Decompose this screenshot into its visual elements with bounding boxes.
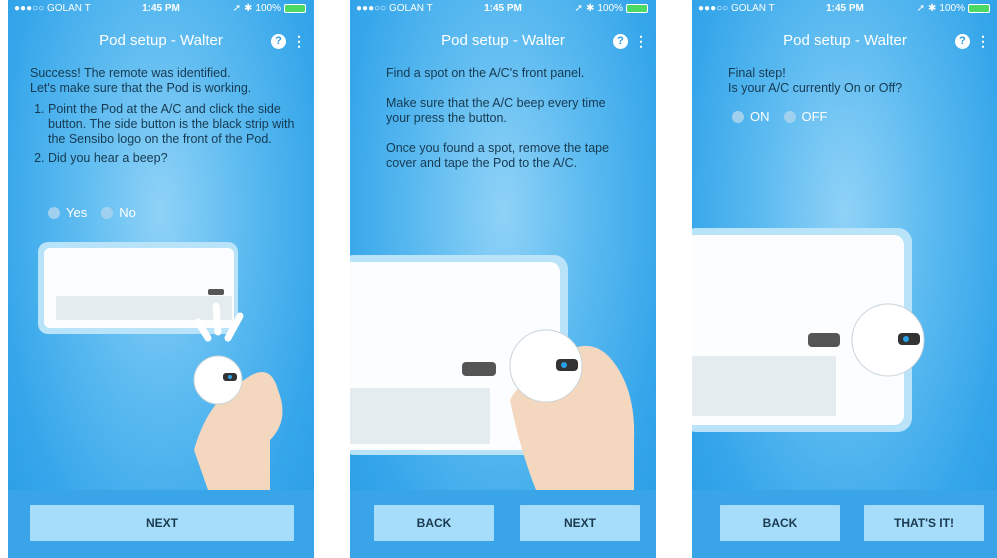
ac-vent bbox=[350, 388, 490, 444]
ac-pod-illustration bbox=[38, 242, 283, 490]
ac-vent bbox=[692, 356, 836, 416]
footer-bar: NEXT bbox=[8, 490, 314, 558]
ac-pod-illustration bbox=[350, 255, 635, 490]
ac-sensor bbox=[808, 333, 840, 347]
ac-sensor bbox=[208, 289, 224, 295]
footer-bar: BACK THAT'S IT! bbox=[692, 490, 997, 558]
pod-led bbox=[903, 336, 909, 342]
footer-bar: BACK NEXT bbox=[350, 490, 656, 558]
back-button[interactable]: BACK bbox=[720, 505, 840, 541]
thats-it-button[interactable]: THAT'S IT! bbox=[864, 505, 984, 541]
screen-step-3: ●●●○○ GOLAN T 1:45 PM ➚ ✱ 100% Pod setup… bbox=[692, 0, 997, 558]
ac-vent bbox=[56, 296, 232, 320]
next-button[interactable]: NEXT bbox=[30, 505, 294, 541]
ac-sensor bbox=[462, 362, 496, 376]
next-button[interactable]: NEXT bbox=[520, 505, 640, 541]
pod-led bbox=[228, 375, 232, 379]
back-button[interactable]: BACK bbox=[374, 505, 494, 541]
screen-step-2: ●●●○○ GOLAN T 1:45 PM ➚ ✱ 100% Pod setup… bbox=[350, 0, 656, 558]
screen-step-1: ●●●○○ GOLAN T 1:45 PM ➚ ✱ 100% Pod setup… bbox=[8, 0, 314, 558]
ac-pod-illustration bbox=[692, 228, 925, 432]
pod-led bbox=[561, 362, 567, 368]
